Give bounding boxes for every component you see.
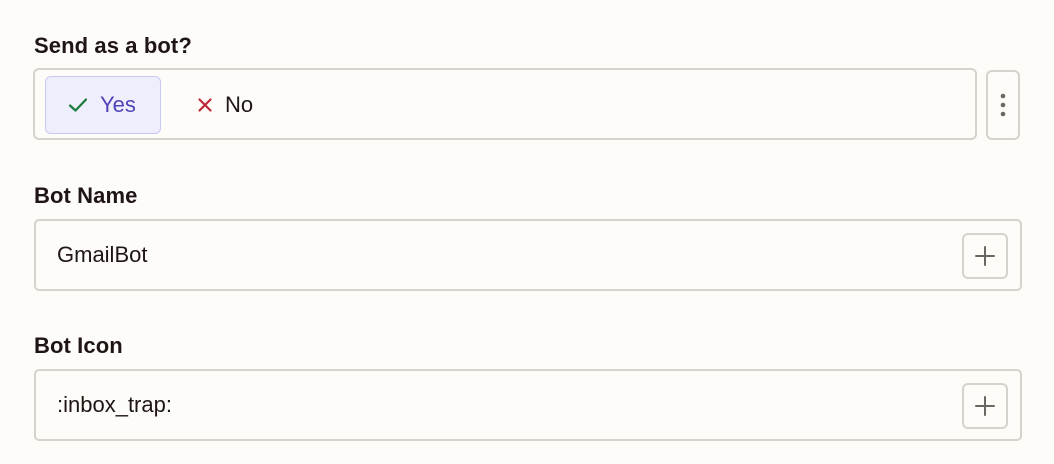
no-option-label: No: [225, 92, 254, 117]
bot-name-insert-button[interactable]: [962, 233, 1008, 279]
bot-icon-input[interactable]: [57, 371, 937, 439]
bot-name-label: Bot Name: [34, 183, 138, 208]
plus-icon: [975, 246, 995, 266]
yes-option-label: Yes: [100, 92, 136, 117]
bot-icon-label: Bot Icon: [34, 333, 123, 358]
plus-icon: [975, 396, 995, 416]
check-icon: [68, 98, 88, 112]
bot-icon-field: [34, 369, 1022, 441]
bot-icon-insert-button[interactable]: [962, 383, 1008, 429]
yes-option[interactable]: Yes: [45, 76, 161, 134]
more-options-button[interactable]: [986, 70, 1020, 140]
bot-name-field: [34, 219, 1022, 291]
send-as-bot-label: Send as a bot?: [34, 33, 192, 58]
kebab-menu-icon: [1000, 93, 1006, 117]
bot-name-input[interactable]: [57, 221, 937, 289]
no-option[interactable]: No: [197, 76, 297, 134]
x-icon: [198, 98, 212, 112]
send-as-bot-toggle-group: Yes No: [33, 68, 977, 140]
